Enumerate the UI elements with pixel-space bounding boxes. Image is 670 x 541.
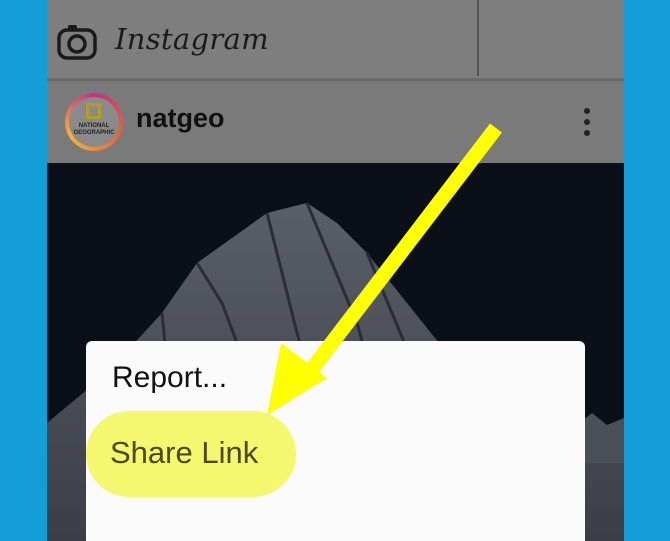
menu-item-share-link[interactable]: Share Link — [110, 435, 258, 471]
post-header: NATIONAL GEOGRAPHIC natgeo — [47, 81, 624, 163]
menu-item-report[interactable]: Report... — [112, 361, 227, 395]
post-options-menu: Report... Share Link — [86, 341, 585, 541]
phone-screen: Instagram NATIONAL GEOGRAPHIC natgeo Rep… — [47, 0, 624, 541]
instagram-wordmark: Instagram — [115, 22, 269, 56]
topbar-divider — [477, 0, 479, 76]
avatar[interactable]: NATIONAL GEOGRAPHIC — [65, 93, 123, 151]
more-options-icon[interactable] — [583, 107, 591, 137]
post-username[interactable]: natgeo — [136, 103, 225, 134]
avatar-text: NATIONAL GEOGRAPHIC — [73, 123, 115, 136]
top-bar: Instagram — [47, 0, 624, 81]
avatar-inner: NATIONAL GEOGRAPHIC — [69, 97, 119, 147]
natgeo-logo-icon — [86, 103, 101, 119]
camera-icon[interactable] — [57, 24, 97, 60]
